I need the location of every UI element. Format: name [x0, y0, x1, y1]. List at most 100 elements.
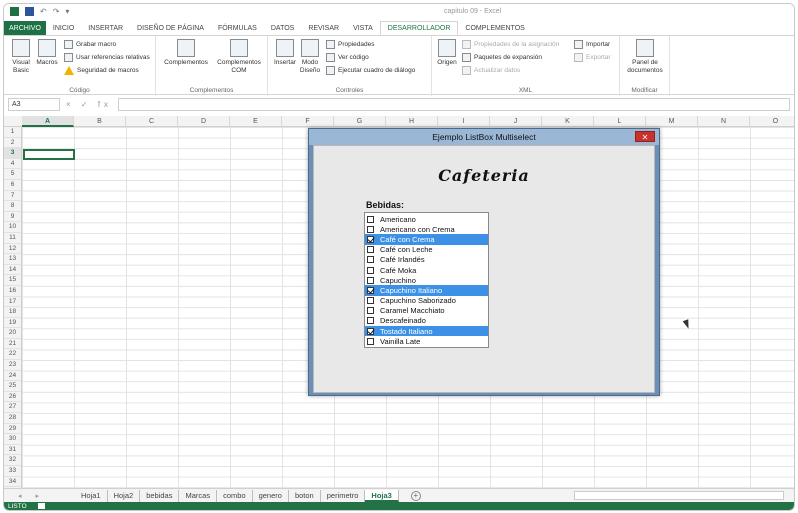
- grabar-macro-button[interactable]: Grabar macro: [64, 40, 116, 49]
- checkbox-icon[interactable]: [367, 266, 374, 274]
- listbox-item[interactable]: Vainilla Late: [365, 336, 488, 346]
- ribbon-tab-desarrollador[interactable]: DESARROLLADOR: [379, 21, 459, 35]
- horizontal-scrollbar[interactable]: [574, 491, 784, 500]
- exportar-button[interactable]: Exportar: [574, 53, 611, 62]
- row-header-31[interactable]: 31: [4, 445, 21, 456]
- sheet-tab-perimetro[interactable]: perimetro: [321, 489, 366, 502]
- column-header-g[interactable]: G: [334, 116, 386, 127]
- row-header-30[interactable]: 30: [4, 434, 21, 445]
- row-header-18[interactable]: 18: [4, 307, 21, 318]
- bebidas-listbox[interactable]: Americano Americano con Crema Café con Cre…: [364, 212, 489, 348]
- modo-diseno-button[interactable]: Modo Diseño: [298, 39, 322, 75]
- checkbox-icon[interactable]: [367, 317, 374, 325]
- ribbon-tab-vista[interactable]: VISTA: [346, 21, 380, 35]
- row-header-13[interactable]: 13: [4, 254, 21, 265]
- checkbox-icon[interactable]: [367, 337, 374, 345]
- listbox-item[interactable]: Caramel Macchiato: [365, 306, 488, 316]
- sheet-tab-boton[interactable]: boton: [289, 489, 321, 502]
- checkbox-icon[interactable]: [367, 215, 374, 223]
- row-header-34[interactable]: 34: [4, 477, 21, 488]
- propiedades-asignacion-button[interactable]: Propiedades de la asignación: [462, 40, 559, 49]
- row-header-11[interactable]: 11: [4, 233, 21, 244]
- add-sheet-icon[interactable]: +: [410, 490, 421, 501]
- propiedades-button[interactable]: Propiedades: [326, 40, 375, 49]
- column-header-f[interactable]: F: [282, 116, 334, 127]
- ribbon-tab-inicio[interactable]: INICIO: [46, 21, 81, 35]
- listbox-item[interactable]: Capuchino: [365, 275, 488, 285]
- row-header-17[interactable]: 17: [4, 297, 21, 308]
- row-header-16[interactable]: 16: [4, 286, 21, 297]
- formula-input[interactable]: [118, 98, 790, 111]
- undo-icon[interactable]: ↶: [40, 7, 47, 16]
- row-header-20[interactable]: 20: [4, 328, 21, 339]
- listbox-item[interactable]: Americano: [365, 214, 488, 224]
- row-header-4[interactable]: 4: [4, 159, 21, 170]
- listbox-item[interactable]: Descafeinado: [365, 316, 488, 326]
- sheet-tab-genero[interactable]: genero: [253, 489, 289, 502]
- sheet-tab-bebidas[interactable]: bebidas: [140, 489, 180, 502]
- column-header-k[interactable]: K: [542, 116, 594, 127]
- checkbox-icon[interactable]: [367, 256, 374, 264]
- checkbox-icon[interactable]: [367, 225, 374, 233]
- column-header-o[interactable]: O: [750, 116, 794, 127]
- row-header-3[interactable]: 3: [4, 148, 21, 159]
- listbox-item[interactable]: Café Irlandés: [365, 255, 488, 265]
- ribbon-tab-revisar[interactable]: REVISAR: [301, 21, 346, 35]
- row-header-8[interactable]: 8: [4, 201, 21, 212]
- paquetes-expansion-button[interactable]: Paquetes de expansión: [462, 53, 542, 62]
- ribbon-tab-insertar[interactable]: INSERTAR: [81, 21, 130, 35]
- row-header-2[interactable]: 2: [4, 138, 21, 149]
- checkbox-icon[interactable]: [367, 276, 374, 284]
- checkbox-icon[interactable]: [367, 235, 374, 243]
- column-header-i[interactable]: I: [438, 116, 490, 127]
- row-header-23[interactable]: 23: [4, 360, 21, 371]
- panel-documentos-button[interactable]: Panel de documentos: [622, 39, 668, 75]
- listbox-item[interactable]: Capuchino Italiano: [365, 285, 488, 296]
- row-header-6[interactable]: 6: [4, 180, 21, 191]
- row-header-19[interactable]: 19: [4, 318, 21, 329]
- row-header-12[interactable]: 12: [4, 244, 21, 255]
- visual-basic-button[interactable]: Visual Basic: [8, 39, 34, 75]
- row-header-14[interactable]: 14: [4, 265, 21, 276]
- ribbon-tab-dise-o-de-p-gina[interactable]: DISEÑO DE PÁGINA: [130, 21, 211, 35]
- row-header-32[interactable]: 32: [4, 455, 21, 466]
- column-header-b[interactable]: B: [74, 116, 126, 127]
- usar-referencias-button[interactable]: Usar referencias relativas: [64, 53, 150, 62]
- row-header-25[interactable]: 25: [4, 381, 21, 392]
- ver-codigo-button[interactable]: Ver código: [326, 53, 369, 62]
- sheet-tab-hoja1[interactable]: Hoja1: [75, 489, 108, 502]
- complementos-button[interactable]: Complementos: [162, 39, 210, 67]
- ribbon-tab-complementos[interactable]: COMPLEMENTOS: [458, 21, 531, 35]
- insertar-control-button[interactable]: Insertar: [272, 39, 298, 67]
- listbox-item[interactable]: Tostado Italiano: [365, 326, 488, 337]
- checkbox-icon[interactable]: [367, 327, 374, 335]
- ejecutar-cuadro-button[interactable]: Ejecutar cuadro de diálogo: [326, 66, 415, 75]
- checkbox-icon[interactable]: [367, 307, 374, 315]
- row-header-5[interactable]: 5: [4, 169, 21, 180]
- row-header-26[interactable]: 26: [4, 392, 21, 403]
- complementos-com-button[interactable]: Complementos COM: [214, 39, 264, 75]
- row-header-22[interactable]: 22: [4, 349, 21, 361]
- listbox-item[interactable]: Capuchino Saborizado: [365, 296, 488, 306]
- row-header-33[interactable]: 33: [4, 466, 21, 477]
- sheet-nav-arrows[interactable]: ◂ ▸: [18, 492, 45, 500]
- sheet-tab-hoja3[interactable]: Hoja3: [365, 489, 399, 502]
- ribbon-tab-datos[interactable]: DATOS: [264, 21, 301, 35]
- checkbox-icon[interactable]: [367, 286, 374, 294]
- name-box[interactable]: A3: [8, 98, 60, 111]
- origen-button[interactable]: Origen: [434, 39, 460, 67]
- column-header-h[interactable]: H: [386, 116, 438, 127]
- column-header-a[interactable]: A: [22, 116, 74, 127]
- macros-button[interactable]: Macros: [36, 39, 58, 67]
- column-header-d[interactable]: D: [178, 116, 230, 127]
- importar-button[interactable]: Importar: [574, 40, 610, 49]
- column-header-l[interactable]: L: [594, 116, 646, 127]
- row-header-9[interactable]: 9: [4, 212, 21, 223]
- actualizar-datos-button[interactable]: Actualizar datos: [462, 66, 520, 75]
- listbox-item[interactable]: Café Moka: [365, 265, 488, 275]
- row-header-1[interactable]: 1: [4, 127, 21, 138]
- ribbon-tab-archivo[interactable]: ARCHIVO: [4, 21, 46, 35]
- seguridad-macros-button[interactable]: Seguridad de macros: [64, 66, 139, 75]
- checkbox-icon[interactable]: [367, 246, 374, 254]
- save-icon[interactable]: [25, 7, 34, 16]
